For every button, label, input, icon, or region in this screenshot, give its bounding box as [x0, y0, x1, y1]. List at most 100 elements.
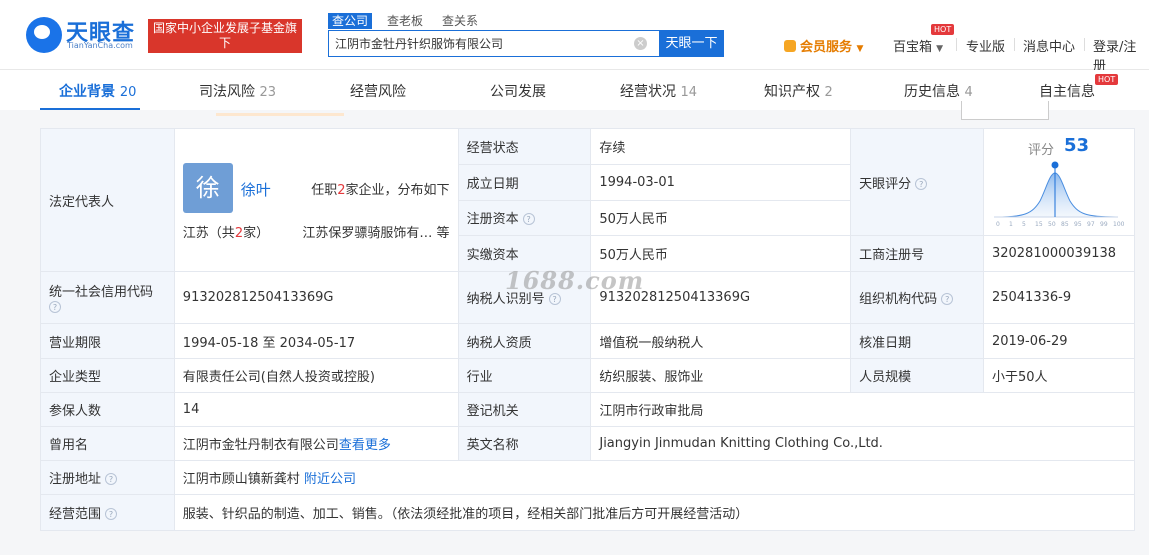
taxpayer-type-label: 纳税人资质 — [457, 323, 592, 359]
tab-count: 23 — [259, 85, 276, 100]
former-name-value: 江阴市金牡丹制衣有限公司 — [182, 438, 339, 453]
tab-intellectual-property[interactable]: 知识产权 2 — [764, 81, 833, 101]
help-icon[interactable]: ? — [915, 177, 928, 190]
legal-rep-company[interactable]: 江苏保罗骠骑服饰有… 等 — [302, 222, 449, 241]
search-tab-boss[interactable]: 查老板 — [383, 13, 427, 29]
biz-term-value: 1994-05-18 至 2034-05-17 — [173, 323, 459, 359]
search-type-tabs: 查公司 查老板 查关系 — [328, 13, 493, 29]
tab-count: 14 — [680, 85, 697, 100]
baobao-menu[interactable]: 百宝箱 ▼ — [893, 36, 943, 55]
status-value: 存续 — [590, 127, 852, 166]
search-button[interactable]: 天眼一下 — [659, 30, 724, 57]
logo-subtext: TianYanCha.com — [67, 41, 133, 50]
tab-label: 知识产权 — [764, 84, 820, 100]
avatar[interactable]: 徐 — [182, 163, 233, 213]
reg-capital-label-cell: 注册资本? — [457, 199, 592, 237]
staff-size-value: 小于50人 — [982, 358, 1136, 393]
crown-icon — [784, 40, 796, 52]
hidden-button-edge[interactable] — [961, 101, 1049, 120]
logo-eye-icon — [26, 17, 62, 53]
nearby-companies-link[interactable]: 附近公司 — [304, 472, 356, 487]
tab-self-info[interactable]: 自主信息 — [1039, 81, 1095, 101]
legal-rep-label: 法定代表人 — [40, 128, 175, 272]
credit-code-label: 统一社会信用代码 — [49, 284, 154, 300]
top-header: 天眼查 TianYanCha.com 国家中小企业发展子基金旗下 查公司 查老板查… — [0, 0, 1149, 74]
help-icon[interactable]: ? — [49, 300, 61, 313]
taxpayer-type-value: 增值税一般纳税人 — [590, 323, 852, 359]
hot-badge: HOT — [931, 24, 955, 35]
search-tab-relation[interactable]: 查关系 — [438, 13, 482, 29]
vip-service-menu[interactable]: 会员服务 ▼ — [784, 36, 863, 55]
tab-operating-status[interactable]: 经营状况 14 — [620, 81, 697, 101]
region-suffix: 家） — [243, 226, 270, 241]
help-icon[interactable]: ? — [105, 473, 118, 485]
tab-operating-risk[interactable]: 经营风险 — [350, 81, 406, 101]
login-register-link[interactable]: 登录/注册 — [1093, 36, 1149, 74]
reg-capital-label: 注册资本 — [466, 212, 519, 228]
company-type-label: 企业类型 — [40, 358, 175, 393]
company-type-value: 有限责任公司(自然人投资或控股) — [173, 358, 459, 393]
score-axis-tick: 100 — [1113, 221, 1124, 228]
insured-label: 参保人数 — [40, 392, 175, 427]
reg-capital-value: 50万人民币 — [590, 199, 852, 237]
staff-size-label: 人员规模 — [850, 358, 984, 393]
tianyan-score-label: 天眼评分 — [859, 176, 912, 192]
reg-address-label-cell: 注册地址? — [40, 460, 175, 495]
biz-term-label: 营业期限 — [40, 323, 175, 359]
message-center-link[interactable]: 消息中心 — [1023, 36, 1075, 55]
help-icon[interactable]: ? — [941, 293, 954, 305]
score-axis-tick: 99 — [1100, 221, 1108, 228]
tab-label: 企业背景 — [59, 84, 115, 100]
tab-legal-risk[interactable]: 司法风险 23 — [199, 81, 276, 101]
reg-authority-label: 登记机关 — [457, 392, 592, 427]
view-more-link[interactable]: 查看更多 — [339, 438, 391, 453]
tab-company-development[interactable]: 公司发展 — [490, 81, 546, 101]
positions-prefix: 任职 — [311, 183, 338, 198]
tab-company-background[interactable]: 企业背景 20 — [59, 81, 136, 101]
approval-date-value: 2019-06-29 — [982, 323, 1136, 359]
region-count: 2 — [234, 226, 244, 241]
score-axis-tick: 50 — [1048, 221, 1056, 228]
tianyan-score-label-cell: 天眼评分? — [850, 128, 984, 236]
nav-divider — [956, 38, 957, 51]
tab-history[interactable]: 历史信息 4 — [904, 81, 973, 101]
credit-code-value: 91320281250413369G — [173, 271, 459, 324]
industry-label: 行业 — [457, 358, 592, 393]
search-box: × — [328, 30, 659, 57]
scope-label-cell: 经营范围? — [40, 494, 175, 531]
help-icon[interactable]: ? — [522, 213, 535, 226]
pro-version-link[interactable]: 专业版 — [966, 36, 1005, 55]
hidden-control-edge — [1066, 103, 1136, 116]
reg-address-label: 注册地址 — [49, 472, 102, 487]
baobao-label: 百宝箱 — [893, 40, 933, 55]
score-marker-dot — [1051, 161, 1059, 169]
tab-label: 经营状况 — [620, 84, 676, 100]
legal-rep-region: 江苏（共2家） — [183, 222, 269, 241]
tab-label: 司法风险 — [199, 84, 255, 100]
search-input[interactable] — [329, 31, 629, 56]
watermark: 1688.com — [505, 266, 645, 295]
score-value: 53 — [1063, 135, 1090, 156]
founded-label: 成立日期 — [457, 164, 592, 201]
score-axis-tick: 97 — [1087, 221, 1095, 228]
tab-label: 公司发展 — [490, 84, 546, 100]
former-name-cell: 江阴市金牡丹制衣有限公司查看更多 — [173, 426, 459, 461]
vip-label: 会员服务 — [800, 40, 853, 55]
org-code-value: 25041336-9 — [982, 271, 1136, 324]
tianyan-score-cell[interactable]: 评分 53 0 1 5 15 50 85 95 97 99 100 — [982, 128, 1136, 236]
nav-divider — [1084, 38, 1085, 51]
fund-banner[interactable]: 国家中小企业发展子基金旗下 — [148, 19, 302, 53]
biz-reg-no-label: 工商注册号 — [850, 235, 984, 272]
help-icon[interactable]: ? — [105, 508, 118, 520]
tianyancha-logo[interactable]: 天眼查 TianYanCha.com — [26, 14, 140, 54]
clear-icon[interactable]: × — [634, 37, 647, 50]
score-axis-tick: 95 — [1074, 221, 1082, 228]
positions-suffix: 家企业，分布如下 — [345, 183, 450, 198]
tab-label: 自主信息 — [1039, 84, 1095, 100]
score-distribution-chart: 0 1 5 15 50 85 95 97 99 100 — [993, 161, 1124, 228]
industry-value: 纺织服装、服饰业 — [590, 358, 852, 393]
search-tab-company[interactable]: 查公司 — [328, 13, 373, 29]
tab-count: 2 — [824, 85, 833, 100]
score-axis-tick: 1 — [1009, 221, 1013, 228]
legal-rep-name-link[interactable]: 徐叶 — [241, 179, 271, 200]
